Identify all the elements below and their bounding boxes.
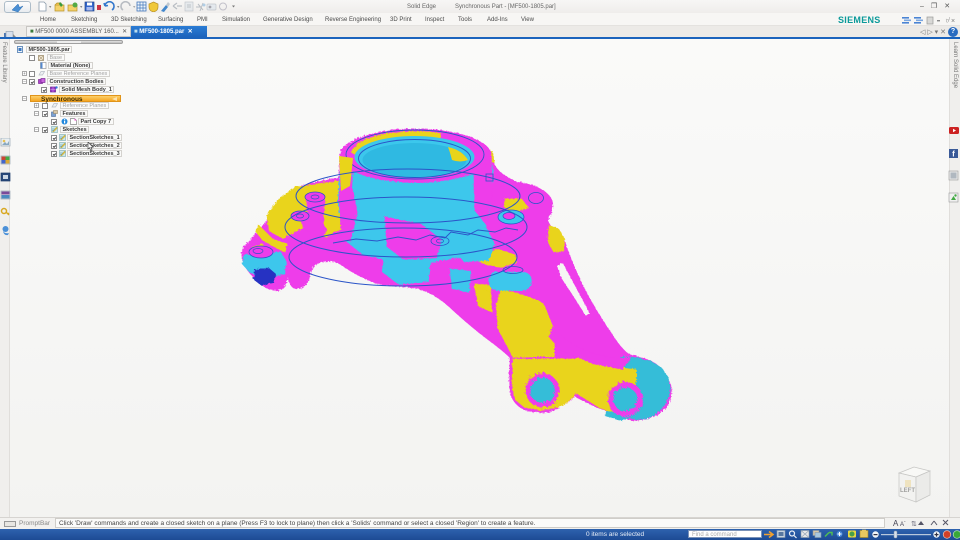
svg-text:⇅: ⇅	[911, 521, 917, 528]
svg-text:A´: A´	[900, 522, 906, 528]
svg-text:A: A	[893, 519, 899, 528]
